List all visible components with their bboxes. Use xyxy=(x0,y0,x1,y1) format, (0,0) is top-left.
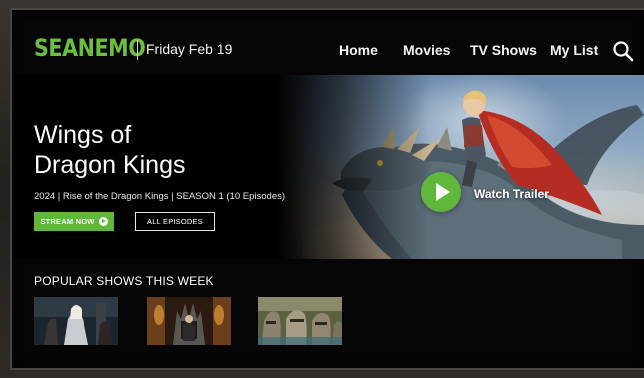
show-metadata: 2024 | Rise of the Dragon Kings | SEASON… xyxy=(34,191,286,202)
stream-now-button[interactable]: STREAM NOW xyxy=(34,212,114,231)
nav-tv-shows[interactable]: TV Shows xyxy=(470,42,537,58)
play-circle-icon xyxy=(98,217,108,226)
app-logo[interactable]: SEANEMO xyxy=(34,34,146,62)
show-title-line-2: Dragon Kings xyxy=(34,151,186,179)
stream-now-label: STREAM NOW xyxy=(40,217,95,226)
play-trailer-icon[interactable] xyxy=(421,172,461,212)
all-episodes-button[interactable]: ALL EPISODES xyxy=(135,212,215,231)
nav-movies[interactable]: Movies xyxy=(403,42,450,58)
show-thumbnail-3[interactable] xyxy=(258,297,342,345)
show-title-line-1: Wings of xyxy=(34,121,132,149)
show-title: Wings of Dragon Kings xyxy=(34,120,274,180)
hero-banner[interactable]: Wings of Dragon Kings 2024 | Rise of the… xyxy=(12,75,644,259)
show-thumbnail-2[interactable] xyxy=(147,297,231,345)
show-thumbnail-1[interactable] xyxy=(34,297,118,345)
app-screen: SEANEMO Friday Feb 19 Home Movies TV Sho… xyxy=(12,10,644,368)
header-divider xyxy=(137,40,138,60)
watch-trailer-link[interactable]: Watch Trailer xyxy=(474,187,549,201)
all-episodes-label: ALL EPISODES xyxy=(147,217,203,226)
current-date: Friday Feb 19 xyxy=(146,41,233,57)
nav-my-list[interactable]: My List xyxy=(550,42,598,58)
search-icon[interactable] xyxy=(612,40,634,62)
nav-home[interactable]: Home xyxy=(339,42,378,58)
popular-shows-heading: POPULAR SHOWS THIS WEEK xyxy=(34,274,214,288)
